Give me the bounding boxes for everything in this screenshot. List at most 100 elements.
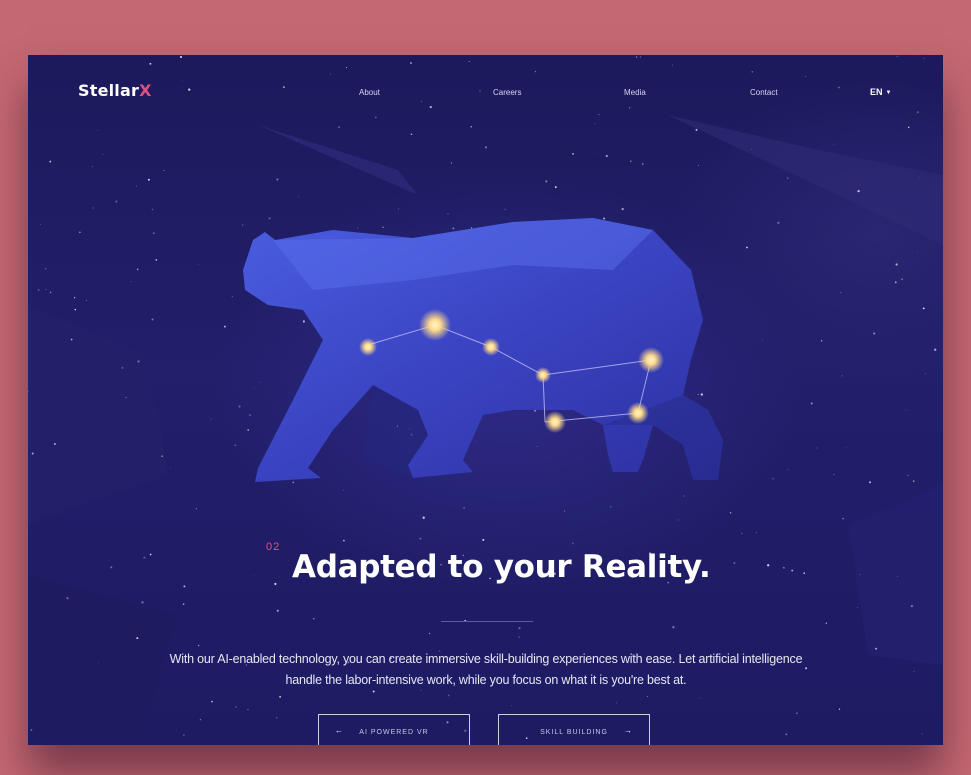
star bbox=[49, 291, 52, 294]
logo[interactable]: StellarX bbox=[78, 81, 152, 100]
star bbox=[518, 636, 520, 638]
star bbox=[183, 734, 185, 736]
star bbox=[923, 58, 925, 59]
website-frame: StellarX About Careers Media Contact EN ▼ bbox=[28, 55, 943, 745]
star bbox=[276, 717, 278, 719]
star bbox=[53, 443, 56, 445]
star bbox=[897, 576, 898, 578]
star bbox=[210, 418, 212, 420]
star bbox=[276, 178, 279, 181]
star bbox=[49, 160, 52, 163]
star bbox=[195, 508, 197, 510]
star bbox=[572, 152, 574, 155]
star bbox=[838, 708, 841, 710]
nav-about[interactable]: About bbox=[359, 88, 380, 97]
star bbox=[913, 670, 915, 673]
star bbox=[628, 107, 631, 109]
arrow-left-icon: ← bbox=[335, 726, 344, 735]
star bbox=[279, 696, 281, 698]
star bbox=[746, 246, 748, 249]
star bbox=[274, 582, 277, 586]
star bbox=[762, 338, 763, 340]
star bbox=[796, 712, 798, 714]
star bbox=[98, 662, 99, 664]
language-selector[interactable]: EN ▼ bbox=[870, 87, 891, 97]
divider bbox=[441, 621, 533, 622]
star bbox=[282, 86, 285, 89]
star bbox=[921, 733, 923, 735]
star bbox=[821, 340, 823, 342]
star bbox=[410, 62, 412, 64]
language-label: EN bbox=[870, 87, 883, 97]
star bbox=[130, 281, 132, 282]
star bbox=[188, 88, 191, 91]
star bbox=[810, 402, 813, 405]
star bbox=[750, 148, 752, 150]
star bbox=[922, 307, 925, 310]
star bbox=[672, 626, 675, 629]
star bbox=[155, 259, 158, 261]
star bbox=[97, 130, 99, 132]
star bbox=[149, 553, 152, 556]
star bbox=[833, 473, 835, 475]
prev-slide-button[interactable]: ← AI POWERED VR bbox=[318, 714, 470, 745]
star bbox=[121, 366, 124, 369]
star bbox=[28, 390, 29, 392]
star bbox=[410, 133, 413, 136]
star bbox=[66, 597, 69, 600]
star bbox=[594, 153, 596, 154]
star bbox=[151, 208, 154, 211]
star bbox=[345, 67, 348, 69]
star bbox=[163, 169, 165, 172]
star bbox=[211, 700, 213, 703]
star bbox=[755, 532, 757, 534]
star bbox=[772, 478, 774, 480]
star bbox=[695, 128, 698, 131]
star bbox=[338, 126, 341, 129]
star bbox=[31, 452, 34, 455]
star bbox=[905, 409, 907, 411]
section-number: 02 bbox=[266, 541, 281, 553]
star bbox=[785, 733, 788, 736]
star bbox=[253, 575, 255, 576]
prev-slide-label: AI POWERED VR bbox=[359, 728, 429, 736]
star bbox=[468, 61, 470, 62]
star bbox=[137, 268, 139, 270]
nav-careers[interactable]: Careers bbox=[493, 88, 521, 97]
star bbox=[428, 632, 431, 635]
star bbox=[917, 251, 919, 253]
star bbox=[626, 59, 628, 61]
star bbox=[825, 622, 827, 624]
star bbox=[840, 292, 842, 294]
star bbox=[616, 702, 618, 704]
star bbox=[868, 481, 872, 484]
caret-down-icon: ▼ bbox=[885, 90, 892, 96]
polar-bear-constellation bbox=[243, 218, 723, 482]
star bbox=[110, 566, 113, 569]
hero-description: With our AI-enabled technology, you can … bbox=[169, 652, 803, 687]
star bbox=[901, 278, 903, 280]
star bbox=[733, 562, 736, 565]
star bbox=[247, 709, 249, 711]
star bbox=[74, 308, 77, 311]
star bbox=[447, 694, 450, 697]
star bbox=[39, 223, 41, 225]
star bbox=[149, 62, 152, 65]
star bbox=[699, 697, 700, 699]
next-slide-label: SKILL BUILDING bbox=[540, 728, 608, 736]
star bbox=[629, 160, 632, 163]
star bbox=[37, 288, 40, 291]
star bbox=[70, 338, 73, 341]
star bbox=[910, 604, 914, 608]
next-slide-button[interactable]: SKILL BUILDING → bbox=[498, 714, 650, 745]
star bbox=[672, 64, 674, 66]
arrow-right-icon: → bbox=[624, 726, 633, 735]
star bbox=[534, 71, 536, 73]
nav-media[interactable]: Media bbox=[624, 88, 646, 97]
star bbox=[92, 166, 93, 167]
nav-contact[interactable]: Contact bbox=[750, 88, 778, 97]
star bbox=[450, 162, 453, 164]
star bbox=[894, 281, 897, 284]
star bbox=[479, 90, 481, 92]
star bbox=[925, 373, 927, 375]
